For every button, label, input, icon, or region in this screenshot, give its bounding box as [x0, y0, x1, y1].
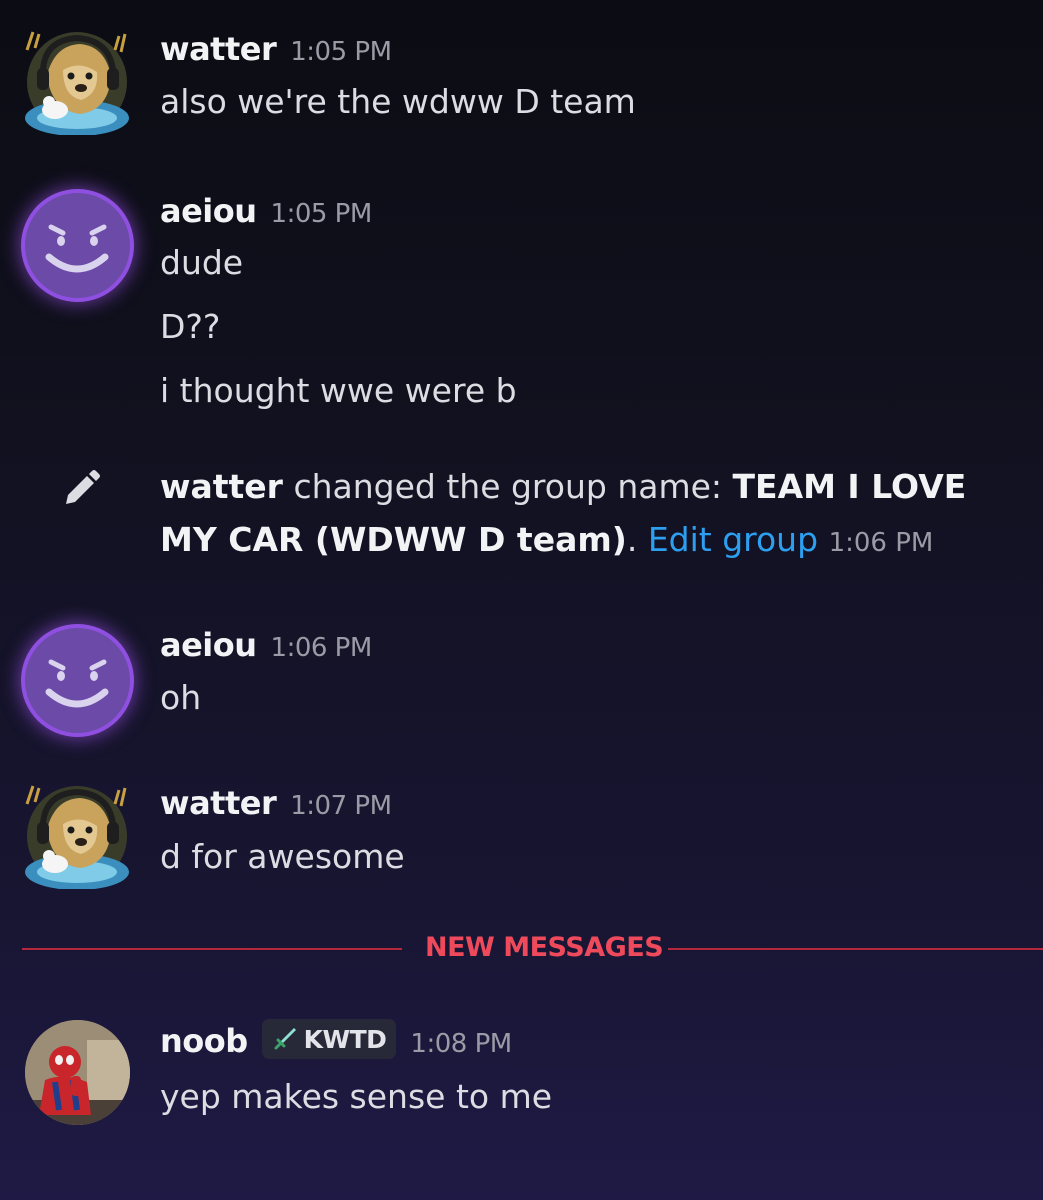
timestamp: 1:06 PM — [270, 633, 373, 663]
sword-icon — [274, 1028, 296, 1050]
author-name[interactable]: watter 1:07 PM — [160, 784, 392, 822]
dog-avatar-icon — [25, 785, 129, 890]
tag-label: KWTD — [303, 1024, 387, 1054]
author-name[interactable]: watter 1:05 PM — [160, 30, 392, 68]
edit-group-link[interactable]: Edit group — [648, 520, 818, 559]
group-name-change-text: watter changed the group name: TEAM I LO… — [160, 460, 980, 570]
period: . — [626, 520, 648, 559]
timestamp: 1:05 PM — [270, 199, 373, 229]
smiley-face-icon — [45, 224, 109, 273]
spiderman-avatar-icon — [25, 1020, 130, 1125]
message-text: D?? — [160, 307, 221, 346]
author-label: noob — [160, 1022, 248, 1060]
timestamp: 1:05 PM — [290, 37, 392, 67]
timestamp: 1:06 PM — [828, 528, 934, 558]
author-label: aeiou — [160, 192, 257, 230]
message-text: also we're the wdww D team — [160, 82, 636, 121]
actor-name[interactable]: watter — [160, 467, 283, 506]
action-text: changed the group name: — [282, 467, 733, 506]
new-messages-divider-left — [22, 948, 402, 950]
timestamp: 1:08 PM — [410, 1029, 512, 1059]
timestamp: 1:07 PM — [290, 791, 392, 821]
avatar[interactable] — [25, 193, 130, 298]
message-text: d for awesome — [160, 837, 405, 876]
new-messages-label: NEW MESSAGES — [425, 932, 664, 963]
author-label: aeiou — [160, 626, 257, 664]
author-label: watter — [160, 30, 277, 68]
message-text: i thought wwe were b — [160, 371, 517, 410]
server-tag-badge[interactable]: KWTD — [261, 1019, 397, 1059]
message-text: oh — [160, 678, 202, 717]
message-text: dude — [160, 243, 244, 282]
message-text: yep makes sense to me — [160, 1077, 553, 1116]
dog-avatar-icon — [25, 31, 129, 136]
avatar[interactable] — [25, 1020, 130, 1125]
avatar[interactable] — [25, 30, 130, 136]
author-name[interactable]: aeiou 1:06 PM — [160, 626, 372, 664]
author-label: watter — [160, 784, 277, 822]
avatar[interactable] — [25, 628, 130, 733]
author-name[interactable]: aeiou 1:05 PM — [160, 192, 372, 230]
new-messages-divider-right — [668, 948, 1043, 950]
avatar[interactable] — [25, 784, 130, 890]
pencil-icon — [58, 468, 102, 512]
author-name[interactable]: noob KWTD 1:08 PM — [160, 1019, 512, 1063]
smiley-face-icon — [45, 659, 109, 708]
